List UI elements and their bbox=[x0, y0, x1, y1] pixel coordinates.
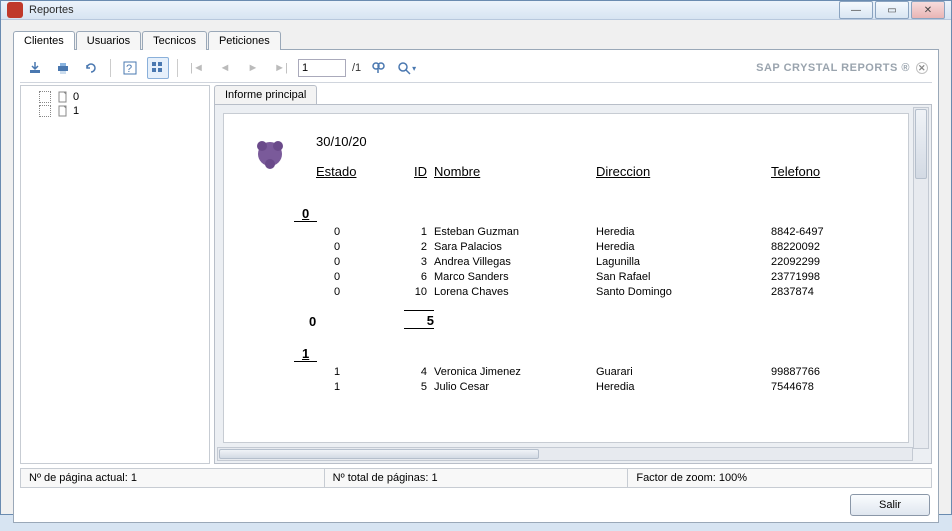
window-controls: — ▭ ✕ bbox=[839, 1, 945, 19]
last-page-icon[interactable]: ►| bbox=[270, 57, 292, 79]
brand-text: SAP CRYSTAL REPORTS ® bbox=[756, 62, 910, 74]
print-icon[interactable] bbox=[52, 57, 74, 79]
page-box: Informe principal 30/10/20 Estado ID bbox=[214, 85, 932, 464]
toolbar-separator bbox=[110, 59, 111, 77]
status-total-pages: Nº total de páginas: 1 bbox=[325, 469, 629, 487]
toolbar-separator bbox=[177, 59, 178, 77]
page-number-input[interactable] bbox=[298, 59, 346, 77]
scroll-thumb[interactable] bbox=[219, 449, 539, 459]
svg-text:?: ? bbox=[126, 63, 132, 75]
close-button[interactable]: ✕ bbox=[911, 1, 945, 19]
report-tab-main[interactable]: Informe principal bbox=[214, 85, 317, 104]
window-reportes: Reportes — ▭ ✕ Clientes Usuarios Tecnico… bbox=[0, 0, 952, 515]
document-icon bbox=[57, 91, 69, 103]
group-header-1: 1 bbox=[294, 346, 317, 362]
main-tabs: Clientes Usuarios Tecnicos Peticiones bbox=[13, 31, 939, 50]
tree-item-0[interactable]: 0 bbox=[25, 90, 205, 104]
report-area: 0 1 Informe principal 30/10/2 bbox=[20, 85, 932, 464]
vertical-scrollbar[interactable] bbox=[913, 107, 929, 449]
tab-clientes[interactable]: Clientes bbox=[13, 31, 75, 50]
report-date: 30/10/20 bbox=[316, 134, 367, 149]
salir-button[interactable]: Salir bbox=[850, 494, 930, 516]
tab-peticiones[interactable]: Peticiones bbox=[208, 31, 281, 50]
group-header-0: 0 bbox=[294, 206, 317, 222]
status-zoom: Factor de zoom: 100% bbox=[628, 469, 931, 487]
group-tree: 0 1 bbox=[20, 85, 210, 464]
group-tree-icon[interactable] bbox=[147, 57, 169, 79]
report-tab-row: Informe principal bbox=[214, 85, 932, 104]
parameters-icon[interactable]: ? bbox=[119, 57, 141, 79]
tree-item-1[interactable]: 1 bbox=[25, 104, 205, 118]
tree-label: 0 bbox=[73, 91, 79, 103]
header-telefono: Telefono bbox=[771, 164, 820, 179]
page-total-label: /1 bbox=[352, 62, 361, 74]
next-page-icon[interactable]: ► bbox=[242, 57, 264, 79]
tab-usuarios[interactable]: Usuarios bbox=[76, 31, 141, 50]
report-logo-icon bbox=[248, 132, 292, 176]
header-direccion: Direccion bbox=[596, 164, 650, 179]
header-id: ID bbox=[414, 164, 427, 179]
tree-label: 1 bbox=[73, 105, 79, 117]
header-nombre: Nombre bbox=[434, 164, 480, 179]
header-estado: Estado bbox=[316, 164, 356, 179]
viewer-scroll: 30/10/20 Estado ID Nombre Direccion Tele… bbox=[217, 107, 929, 449]
report-toolbar: ? |◄ ◄ ► ►| /1 ▾ SAP CRYSTAL REPORTS ® ✕ bbox=[20, 56, 932, 83]
status-current-page: Nº de página actual: 1 bbox=[21, 469, 325, 487]
refresh-icon[interactable] bbox=[80, 57, 102, 79]
viewer: 30/10/20 Estado ID Nombre Direccion Tele… bbox=[214, 104, 932, 464]
first-page-icon[interactable]: |◄ bbox=[186, 57, 208, 79]
maximize-button[interactable]: ▭ bbox=[875, 1, 909, 19]
status-bar: Nº de página actual: 1 Nº total de págin… bbox=[20, 468, 932, 488]
footer-buttons: Salir bbox=[20, 488, 932, 516]
report-page: 30/10/20 Estado ID Nombre Direccion Tele… bbox=[223, 113, 909, 443]
brand-label: SAP CRYSTAL REPORTS ® ✕ bbox=[756, 62, 928, 74]
close-viewer-icon[interactable]: ✕ bbox=[916, 62, 928, 74]
subtotal-estado: 0 bbox=[309, 314, 316, 329]
export-icon[interactable] bbox=[24, 57, 46, 79]
title-bar: Reportes — ▭ ✕ bbox=[1, 1, 951, 20]
app-icon bbox=[7, 2, 23, 18]
minimize-button[interactable]: — bbox=[839, 1, 873, 19]
tab-panel: ? |◄ ◄ ► ►| /1 ▾ SAP CRYSTAL REPORTS ® ✕… bbox=[13, 49, 939, 523]
body-area: Clientes Usuarios Tecnicos Peticiones ? … bbox=[1, 20, 951, 531]
horizontal-scrollbar[interactable] bbox=[217, 447, 913, 461]
prev-page-icon[interactable]: ◄ bbox=[214, 57, 236, 79]
subtotal-count: 5 bbox=[404, 310, 434, 329]
tab-tecnicos[interactable]: Tecnicos bbox=[142, 31, 207, 50]
document-icon bbox=[57, 105, 69, 117]
zoom-icon[interactable]: ▾ bbox=[395, 57, 417, 79]
scroll-thumb[interactable] bbox=[915, 109, 927, 179]
find-icon[interactable] bbox=[367, 57, 389, 79]
window-title: Reportes bbox=[29, 4, 839, 16]
